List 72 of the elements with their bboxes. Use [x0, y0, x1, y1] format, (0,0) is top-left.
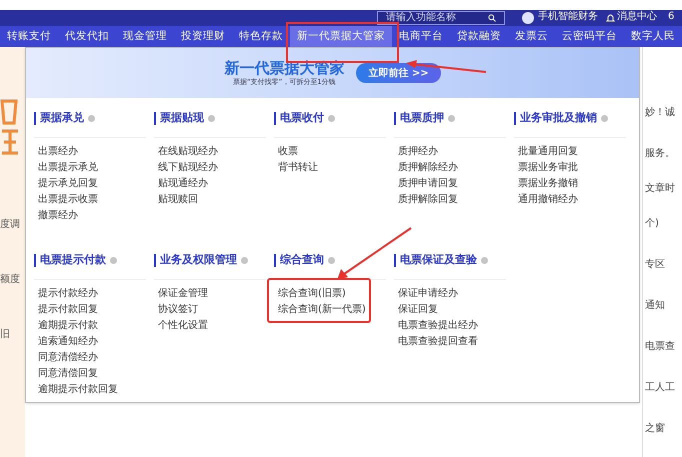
user-name[interactable]: 手机智能财务 — [538, 12, 598, 22]
menu-item[interactable]: 追索通知经办 — [38, 334, 98, 350]
side-text: 妙！诚 — [644, 106, 676, 120]
nav-tab[interactable]: 贷款融资 — [450, 26, 508, 47]
menu-item[interactable]: 保证回复 — [398, 302, 438, 318]
menu-item[interactable]: 质押申请回复 — [398, 176, 458, 192]
section-title: 票据贴现 — [160, 110, 204, 126]
menu-item[interactable]: 综合查询(旧票) — [278, 286, 346, 302]
menu-item[interactable]: 电票查验提回查看 — [398, 334, 478, 350]
nav-tab[interactable]: 投资理财 — [174, 26, 232, 47]
menu-item[interactable]: 出票提示收票 — [38, 192, 98, 208]
menu-item[interactable]: 贴现通经办 — [158, 176, 208, 192]
side-text: 通知 — [644, 298, 666, 313]
nav-tab[interactable]: 现金管理 — [116, 26, 174, 47]
menu-item[interactable]: 收票 — [278, 144, 298, 160]
nav-tab[interactable]: 电商平台 — [392, 26, 450, 47]
menu-item[interactable]: 保证金管理 — [158, 286, 208, 302]
side-text: 电票查 — [644, 340, 676, 354]
menu-item[interactable]: 协议签订 — [158, 302, 198, 318]
nav-tab[interactable]: 数字人民 — [624, 26, 682, 47]
section-title: 业务审批及撤销 — [520, 110, 597, 126]
side-text: 专区 — [644, 258, 666, 272]
menu-item[interactable]: 电票查验提出经办 — [398, 318, 478, 334]
menu-item[interactable]: 出票经办 — [38, 144, 78, 160]
menu-item[interactable]: 提示付款回复 — [38, 302, 98, 318]
section-title: 电票收付 — [280, 110, 324, 126]
section-title: 票据承兑 — [40, 110, 84, 126]
menu-item[interactable]: 质押经办 — [398, 144, 438, 160]
menu-item[interactable]: 提示付款经办 — [38, 286, 98, 302]
nav-tab[interactable]: 特色存款 — [232, 26, 290, 47]
menu-item[interactable]: 同意清偿回复 — [38, 366, 98, 382]
messages-link[interactable]: 消息中心 — [617, 12, 657, 22]
go-now-button[interactable]: 立即前往 >> — [356, 63, 441, 83]
nav-tab[interactable]: 发票云 — [508, 26, 555, 47]
menu-item[interactable]: 出票提示承兑 — [38, 160, 98, 176]
section-title: 电票保证及查验 — [400, 252, 477, 268]
menu-item[interactable]: 个性化设置 — [158, 318, 208, 334]
side-text: 工人工 — [644, 381, 676, 395]
menu-item[interactable]: 贴现赎回 — [158, 192, 198, 208]
side-text: 文章时 — [644, 182, 676, 196]
section-title: 综合查询 — [280, 252, 324, 268]
side-text: 之窗 — [644, 422, 666, 436]
menu-item[interactable]: 同意清偿经办 — [38, 350, 98, 366]
side-text: 额度 — [0, 272, 21, 287]
menu-item[interactable]: 批量通用回复 — [518, 144, 578, 160]
section-title: 电票质押 — [400, 110, 444, 126]
section-title: 电票提示付款 — [40, 252, 106, 268]
side-text: 个) — [644, 217, 660, 231]
nav-tab[interactable]: 云密码平台 — [555, 26, 624, 47]
menu-item[interactable]: 质押解除回复 — [398, 192, 458, 208]
side-text: 度调 — [0, 218, 21, 232]
nav-tab[interactable]: 新一代票据大管家 — [290, 26, 392, 47]
side-text: 旧 — [0, 328, 11, 342]
side-text: 服务。 — [644, 147, 676, 161]
menu-item[interactable]: 在线贴现经办 — [158, 144, 218, 160]
menu-item[interactable]: 保证申请经办 — [398, 286, 458, 302]
menu-item[interactable]: 背书转让 — [278, 160, 318, 176]
header-text: 6 — [668, 12, 674, 22]
menu-item[interactable]: 逾期提示付款 — [38, 318, 98, 334]
nav-tab[interactable]: 代发代扣 — [58, 26, 116, 47]
menu-item[interactable]: 逾期提示付款回复 — [38, 382, 118, 398]
search-field[interactable]: 请输入功能名称 — [377, 11, 505, 25]
menu-item[interactable]: 线下贴现经办 — [158, 160, 218, 176]
menu-item[interactable]: 撤票经办 — [38, 208, 78, 224]
menu-item[interactable]: 通用撤销经办 — [518, 192, 578, 208]
menu-item[interactable]: 票据业务撤销 — [518, 176, 578, 192]
section-title: 业务及权限管理 — [160, 252, 237, 268]
menu-item[interactable]: 票据业务审批 — [518, 160, 578, 176]
menu-item[interactable]: 综合查询(新一代票) — [278, 302, 366, 318]
nav-tab[interactable]: 转账支付 — [0, 26, 58, 47]
menu-item[interactable]: 质押解除经办 — [398, 160, 458, 176]
menu-item[interactable]: 提示承兑回复 — [38, 176, 98, 192]
